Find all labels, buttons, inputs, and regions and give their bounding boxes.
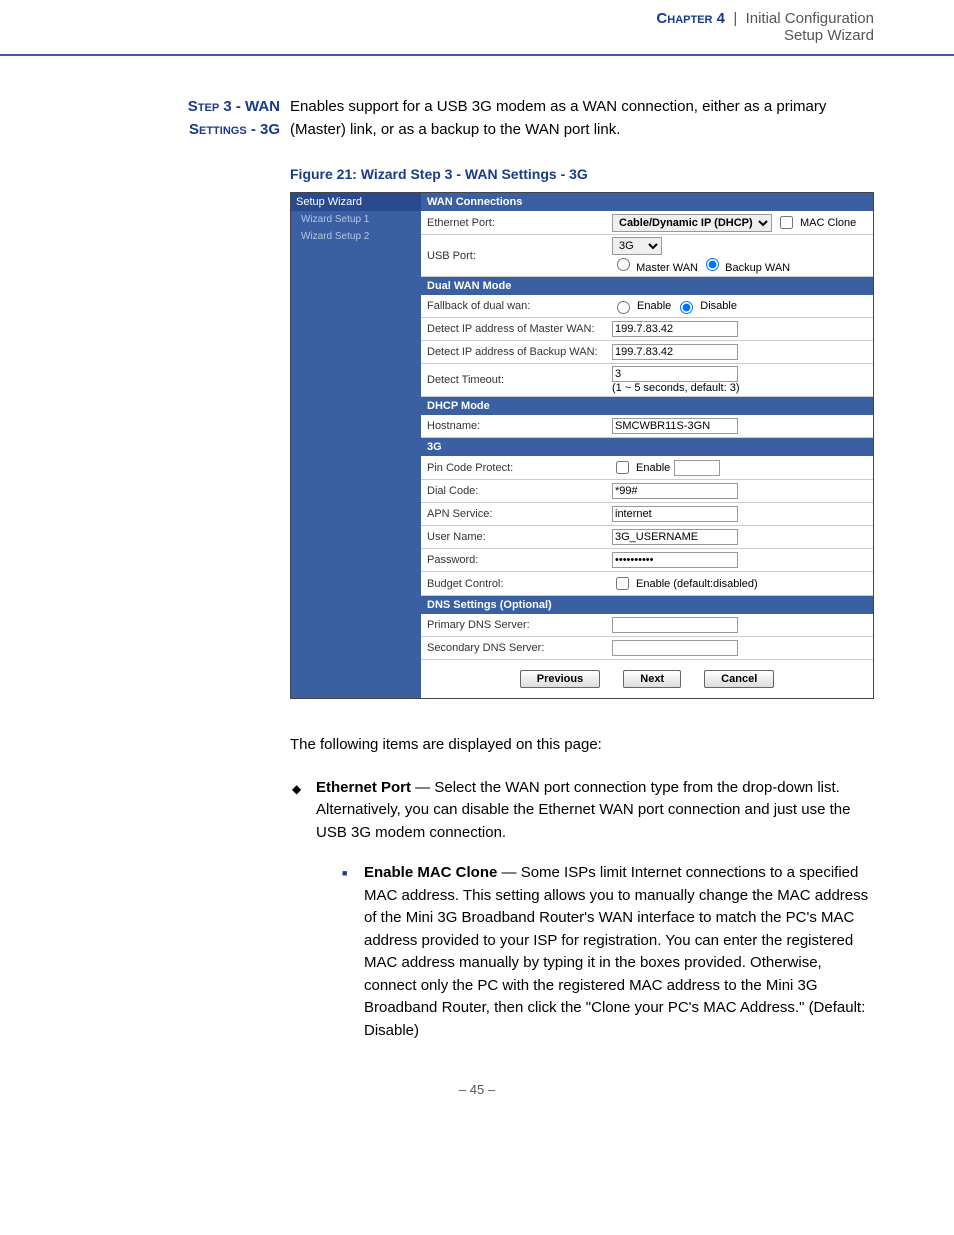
bullet-mac-clone-text: — Some ISPs limit Internet connections t… (364, 864, 868, 1039)
wizard-buttons: Previous Next Cancel (421, 660, 873, 698)
header-subtitle: Setup Wizard (0, 27, 874, 44)
row-pin: Pin Code Protect: Enable (421, 456, 873, 480)
bullet-ethernet-port-lead: Ethernet Port (316, 779, 411, 796)
fallback-enable-radio[interactable] (617, 301, 630, 314)
wizard-main: WAN Connections Ethernet Port: Cable/Dyn… (421, 193, 873, 698)
bullet-list: Ethernet Port — Select the WAN port conn… (290, 777, 874, 1043)
pin-input[interactable] (674, 460, 720, 476)
section-3g: 3G (421, 438, 873, 456)
figure-caption: Figure 21: Wizard Step 3 - WAN Settings … (290, 166, 874, 182)
pin-label: Pin Code Protect: (421, 459, 608, 477)
row-apn: APN Service: (421, 503, 873, 526)
fallback-disable-label: Disable (700, 300, 737, 312)
detect-timeout-hint: (1 ~ 5 seconds, default: 3) (612, 382, 740, 394)
detect-timeout-input[interactable] (612, 366, 738, 382)
backup-wan-label: Backup WAN (725, 262, 790, 274)
user-input[interactable] (612, 529, 738, 545)
pass-label: Password: (421, 551, 608, 569)
usb-port-label: USB Port: (421, 247, 608, 265)
mac-clone-checkbox[interactable] (780, 216, 793, 229)
sdns-input[interactable] (612, 640, 738, 656)
pin-enable-label: Enable (636, 462, 670, 474)
row-hostname: Hostname: (421, 415, 873, 438)
budget-enable-label: Enable (default:disabled) (636, 578, 758, 590)
row-user: User Name: (421, 526, 873, 549)
backup-wan-radio[interactable] (706, 258, 719, 271)
sub-bullet-list: Enable MAC Clone — Some ISPs limit Inter… (342, 862, 874, 1042)
sdns-label: Secondary DNS Server: (421, 639, 608, 657)
bullet-mac-clone-lead: Enable MAC Clone (364, 864, 497, 881)
dial-label: Dial Code: (421, 482, 608, 500)
chapter-label: Chapter 4 (656, 10, 725, 27)
section-dual-wan: Dual WAN Mode (421, 277, 873, 295)
pass-input[interactable] (612, 552, 738, 568)
ethernet-port-label: Ethernet Port: (421, 214, 608, 232)
mac-clone-label: MAC Clone (800, 217, 856, 229)
master-wan-label: Master WAN (636, 262, 698, 274)
hostname-input[interactable] (612, 418, 738, 434)
user-label: User Name: (421, 528, 608, 546)
sidebar-item-1[interactable]: Wizard Setup 1 (291, 211, 421, 228)
budget-enable-checkbox[interactable] (616, 577, 629, 590)
master-wan-radio[interactable] (617, 258, 630, 271)
budget-label: Budget Control: (421, 575, 608, 593)
header-separator: | (729, 10, 745, 27)
wizard-sidebar: Setup Wizard Wizard Setup 1 Wizard Setup… (291, 193, 421, 698)
step-heading-row: Step 3 - WAN Settings - 3G Enables suppo… (150, 96, 874, 141)
fallback-label: Fallback of dual wan: (421, 297, 608, 315)
bullet-mac-clone: Enable MAC Clone — Some ISPs limit Inter… (342, 862, 874, 1042)
ethernet-port-select[interactable]: Cable/Dynamic IP (DHCP) (612, 214, 772, 232)
header-title: Initial Configuration (746, 10, 874, 27)
dial-input[interactable] (612, 483, 738, 499)
row-fallback: Fallback of dual wan: Enable Disable (421, 295, 873, 318)
detect-backup-input[interactable] (612, 344, 738, 360)
apn-input[interactable] (612, 506, 738, 522)
step-description: Enables support for a USB 3G modem as a … (290, 96, 874, 141)
section-dhcp: DHCP Mode (421, 397, 873, 415)
detect-master-label: Detect IP address of Master WAN: (421, 320, 608, 338)
fallback-disable-radio[interactable] (680, 301, 693, 314)
cancel-button[interactable]: Cancel (704, 670, 774, 688)
sidebar-root[interactable]: Setup Wizard (291, 193, 421, 211)
row-detect-master: Detect IP address of Master WAN: (421, 318, 873, 341)
page-number: – 45 – (0, 1082, 954, 1137)
row-usb-port: USB Port: 3G Master WAN Backup WAN (421, 235, 873, 277)
bullet-ethernet-port: Ethernet Port — Select the WAN port conn… (290, 777, 874, 1043)
section-dns: DNS Settings (Optional) (421, 596, 873, 614)
row-ethernet-port: Ethernet Port: Cable/Dynamic IP (DHCP) M… (421, 211, 873, 235)
wizard-screenshot: Setup Wizard Wizard Setup 1 Wizard Setup… (290, 192, 874, 699)
row-dial: Dial Code: (421, 480, 873, 503)
row-detect-backup: Detect IP address of Backup WAN: (421, 341, 873, 364)
row-pass: Password: (421, 549, 873, 572)
pdns-input[interactable] (612, 617, 738, 633)
pdns-label: Primary DNS Server: (421, 616, 608, 634)
sidebar-item-2[interactable]: Wizard Setup 2 (291, 228, 421, 245)
next-button[interactable]: Next (623, 670, 681, 688)
step-label: Step 3 - WAN Settings - 3G (150, 96, 290, 141)
row-detect-timeout: Detect Timeout: (1 ~ 5 seconds, default:… (421, 364, 873, 397)
detect-backup-label: Detect IP address of Backup WAN: (421, 343, 608, 361)
hostname-label: Hostname: (421, 417, 608, 435)
step-label-line1: Step 3 - WAN (188, 98, 280, 115)
previous-button[interactable]: Previous (520, 670, 600, 688)
page-content: Step 3 - WAN Settings - 3G Enables suppo… (0, 56, 954, 1042)
detect-timeout-label: Detect Timeout: (421, 371, 608, 389)
body-intro-text: The following items are displayed on thi… (290, 734, 874, 757)
detect-master-input[interactable] (612, 321, 738, 337)
step-label-line2: Settings - 3G (189, 121, 280, 138)
fallback-enable-label: Enable (637, 300, 671, 312)
usb-port-select[interactable]: 3G (612, 237, 662, 255)
apn-label: APN Service: (421, 505, 608, 523)
row-pdns: Primary DNS Server: (421, 614, 873, 637)
pin-enable-checkbox[interactable] (616, 461, 629, 474)
section-wan-connections: WAN Connections (421, 193, 873, 211)
page-header: Chapter 4 | Initial Configuration Setup … (0, 0, 954, 56)
row-budget: Budget Control: Enable (default:disabled… (421, 572, 873, 596)
row-sdns: Secondary DNS Server: (421, 637, 873, 660)
